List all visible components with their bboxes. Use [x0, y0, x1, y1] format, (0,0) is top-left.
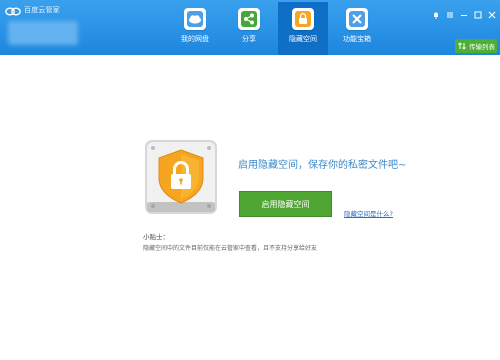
title-bar: 百度云管家 我的网盘 分享 隐藏空间 功能宝箱 传输列表: [0, 0, 500, 55]
hidden-space-lock-illustration: [145, 140, 217, 214]
share-icon: [238, 8, 260, 30]
close-icon[interactable]: [488, 4, 496, 23]
tab-label: 隐藏空间: [289, 35, 317, 43]
user-avatar-area[interactable]: [8, 21, 78, 45]
minimize-icon[interactable]: [460, 4, 468, 23]
app-title: 百度云管家: [24, 6, 60, 14]
baidu-cloud-logo-icon: [5, 7, 21, 15]
tab-share[interactable]: 分享: [224, 2, 274, 55]
tip-title: 小贴士：: [143, 233, 169, 241]
maximize-icon[interactable]: [474, 4, 482, 23]
transfer-list-button[interactable]: 传输列表: [455, 39, 497, 53]
main-nav: 我的网盘 分享 隐藏空间 功能宝箱: [170, 2, 386, 55]
tab-label: 功能宝箱: [343, 35, 371, 43]
tab-my-netdisk[interactable]: 我的网盘: [170, 2, 220, 55]
lock-icon: [292, 8, 314, 30]
tab-label: 分享: [242, 35, 256, 43]
cloud-icon: [184, 8, 206, 30]
hidden-space-headline: 启用隐藏空间，保存你的私密文件吧~: [238, 160, 407, 171]
transfer-list-label: 传输列表: [469, 43, 495, 51]
bell-icon[interactable]: [432, 4, 440, 23]
tab-label: 我的网盘: [181, 35, 209, 43]
window-controls: [426, 4, 496, 23]
what-is-hidden-space-link[interactable]: 隐藏空间是什么?: [344, 208, 393, 218]
transfer-icon: [458, 42, 466, 50]
app-logo: 百度云管家: [5, 3, 60, 17]
tab-toolbox[interactable]: 功能宝箱: [332, 2, 382, 55]
menu-icon[interactable]: [446, 4, 454, 23]
tip-text: 隐藏空间中的文件目前仅能在云管家中查看，且不支持分享给好友: [143, 245, 318, 252]
enable-hidden-space-button[interactable]: 启用隐藏空间: [239, 191, 332, 217]
tools-icon: [346, 8, 368, 30]
tab-hidden-space[interactable]: 隐藏空间: [278, 2, 328, 55]
